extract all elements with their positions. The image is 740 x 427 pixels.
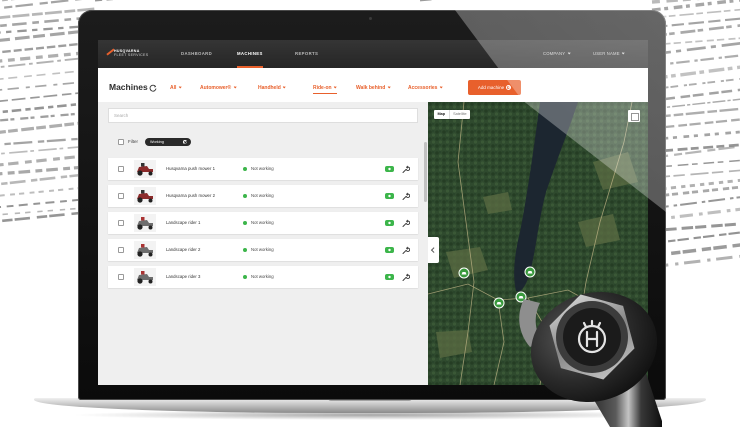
filter-tab-label: Handheld xyxy=(258,85,281,91)
refresh-icon[interactable] xyxy=(149,84,157,92)
map-marker[interactable] xyxy=(493,297,505,309)
filter-label: Filter xyxy=(128,139,138,144)
row-checkbox[interactable] xyxy=(118,193,124,199)
chevron-down-icon xyxy=(439,85,443,89)
status-dot xyxy=(243,194,247,198)
filter-tab-accessories[interactable]: Accessories xyxy=(408,84,443,93)
filter-tab-label: All xyxy=(170,85,177,91)
map-marker[interactable] xyxy=(524,266,536,278)
filter-chip[interactable]: Working xyxy=(145,138,191,146)
filter-tab-label: Automower® xyxy=(200,85,232,91)
row-checkbox[interactable] xyxy=(118,166,124,172)
chevron-down-icon xyxy=(282,85,287,89)
machine-name[interactable]: Landscape rider 2 xyxy=(166,247,200,253)
filter-tab-label: Accessories xyxy=(408,85,438,91)
chevron-left-icon xyxy=(431,247,437,253)
add-machine-button[interactable]: Add machine xyxy=(468,80,521,95)
machine-name[interactable]: Husqvarna push mower 2 xyxy=(166,193,215,199)
machine-list-panel: Filter Working Husqvarna push mower 1 No… xyxy=(98,102,428,385)
logo-line-2: FLEET SERVICES xyxy=(114,53,149,58)
filter-tab-label: Ride-on xyxy=(313,85,332,91)
machine-thumbnail xyxy=(134,214,156,232)
search-input[interactable] xyxy=(108,108,418,123)
page-title: Machines xyxy=(109,82,148,92)
app-logo[interactable]: HUSQVARNA FLEET SERVICES xyxy=(114,49,148,58)
chevron-down-icon xyxy=(333,85,337,89)
wrench-icon[interactable] xyxy=(401,165,410,174)
chevron-down-icon xyxy=(178,85,182,89)
machine-status: Not working xyxy=(251,247,274,252)
filter-tab-ride-on[interactable]: Ride-on xyxy=(313,84,337,94)
machine-status: Not working xyxy=(251,274,274,279)
chevron-down-icon xyxy=(387,85,391,89)
filter-tab-automower[interactable]: Automower® xyxy=(200,84,237,93)
chevron-down-icon xyxy=(621,51,626,55)
nav-dashboard[interactable]: DASHBOARD xyxy=(181,40,212,68)
machine-thumbnail xyxy=(134,187,156,205)
brush-stroke xyxy=(0,0,83,10)
satellite-view-button[interactable]: Satellite xyxy=(448,110,471,119)
filter-tab-label: Walk behind xyxy=(356,85,386,91)
filter-tab-all[interactable]: All xyxy=(170,84,182,93)
brush-stroke xyxy=(651,0,740,12)
machine-status: Not working xyxy=(251,220,274,225)
row-checkbox[interactable] xyxy=(118,274,124,280)
company-menu-label: COMPANY xyxy=(543,51,566,56)
table-row[interactable]: Husqvarna push mower 1 Not working xyxy=(108,158,418,180)
machine-name[interactable]: Landscape rider 3 xyxy=(166,274,200,280)
table-row[interactable]: Landscape rider 1 Not working xyxy=(108,212,418,234)
top-navbar: HUSQVARNA FLEET SERVICES DASHBOARD MACHI… xyxy=(98,40,648,68)
chevron-down-icon xyxy=(233,85,237,89)
nav-reports[interactable]: REPORTS xyxy=(295,40,318,68)
select-all-checkbox[interactable] xyxy=(118,139,124,145)
wrench-icon[interactable] xyxy=(401,219,410,228)
table-row[interactable]: Husqvarna push mower 2 Not working xyxy=(108,185,418,207)
plus-icon xyxy=(506,84,512,90)
fullscreen-icon[interactable] xyxy=(628,110,640,122)
row-checkbox[interactable] xyxy=(118,247,124,253)
gps-tracker-device xyxy=(519,291,662,427)
map-marker[interactable] xyxy=(458,267,470,279)
add-machine-label: Add machine xyxy=(477,85,505,90)
machine-thumbnail xyxy=(134,241,156,259)
filter-chip-label: Working xyxy=(150,140,164,144)
map-view-button[interactable]: Map xyxy=(434,110,449,119)
row-checkbox[interactable] xyxy=(118,220,124,226)
brush-stroke xyxy=(651,0,701,4)
product-scene: HUSQVARNA FLEET SERVICES DASHBOARD MACHI… xyxy=(0,0,740,427)
user-menu-label: USER NAME xyxy=(593,51,620,56)
machine-name[interactable]: Husqvarna push mower 1 xyxy=(166,166,215,172)
chevron-down-icon xyxy=(567,51,571,55)
collapse-panel-button[interactable] xyxy=(428,237,439,263)
nav-machines[interactable]: MACHINES xyxy=(237,40,263,68)
filter-tab-walk-behind[interactable]: Walk behind xyxy=(356,84,391,93)
machine-thumbnail xyxy=(134,268,156,286)
machine-thumbnail xyxy=(134,160,156,178)
wrench-icon[interactable] xyxy=(401,273,410,282)
table-row[interactable]: Landscape rider 2 Not working xyxy=(108,239,418,261)
list-scrollbar[interactable] xyxy=(424,142,427,202)
connectivity-icon[interactable] xyxy=(385,166,394,172)
machine-status: Not working xyxy=(251,166,274,171)
wrench-icon[interactable] xyxy=(401,192,410,201)
table-row[interactable]: Landscape rider 3 Not working xyxy=(108,266,418,288)
filter-tab-handheld[interactable]: Handheld xyxy=(258,84,287,93)
map-view-toggle: Map Satellite xyxy=(434,110,471,119)
close-icon[interactable] xyxy=(183,140,187,144)
wrench-icon[interactable] xyxy=(401,246,410,255)
connectivity-icon[interactable] xyxy=(385,193,394,199)
machine-name[interactable]: Landscape rider 1 xyxy=(166,220,200,226)
connectivity-icon[interactable] xyxy=(385,247,394,253)
company-menu[interactable]: COMPANY xyxy=(543,40,571,68)
connectivity-icon[interactable] xyxy=(385,274,394,280)
connectivity-icon[interactable] xyxy=(385,220,394,226)
webcam xyxy=(369,17,372,20)
status-dot xyxy=(243,275,247,279)
machine-status: Not working xyxy=(251,193,274,198)
user-menu[interactable]: USER NAME xyxy=(593,40,626,68)
status-dot xyxy=(243,167,247,171)
status-dot xyxy=(243,248,247,252)
status-dot xyxy=(243,221,247,225)
